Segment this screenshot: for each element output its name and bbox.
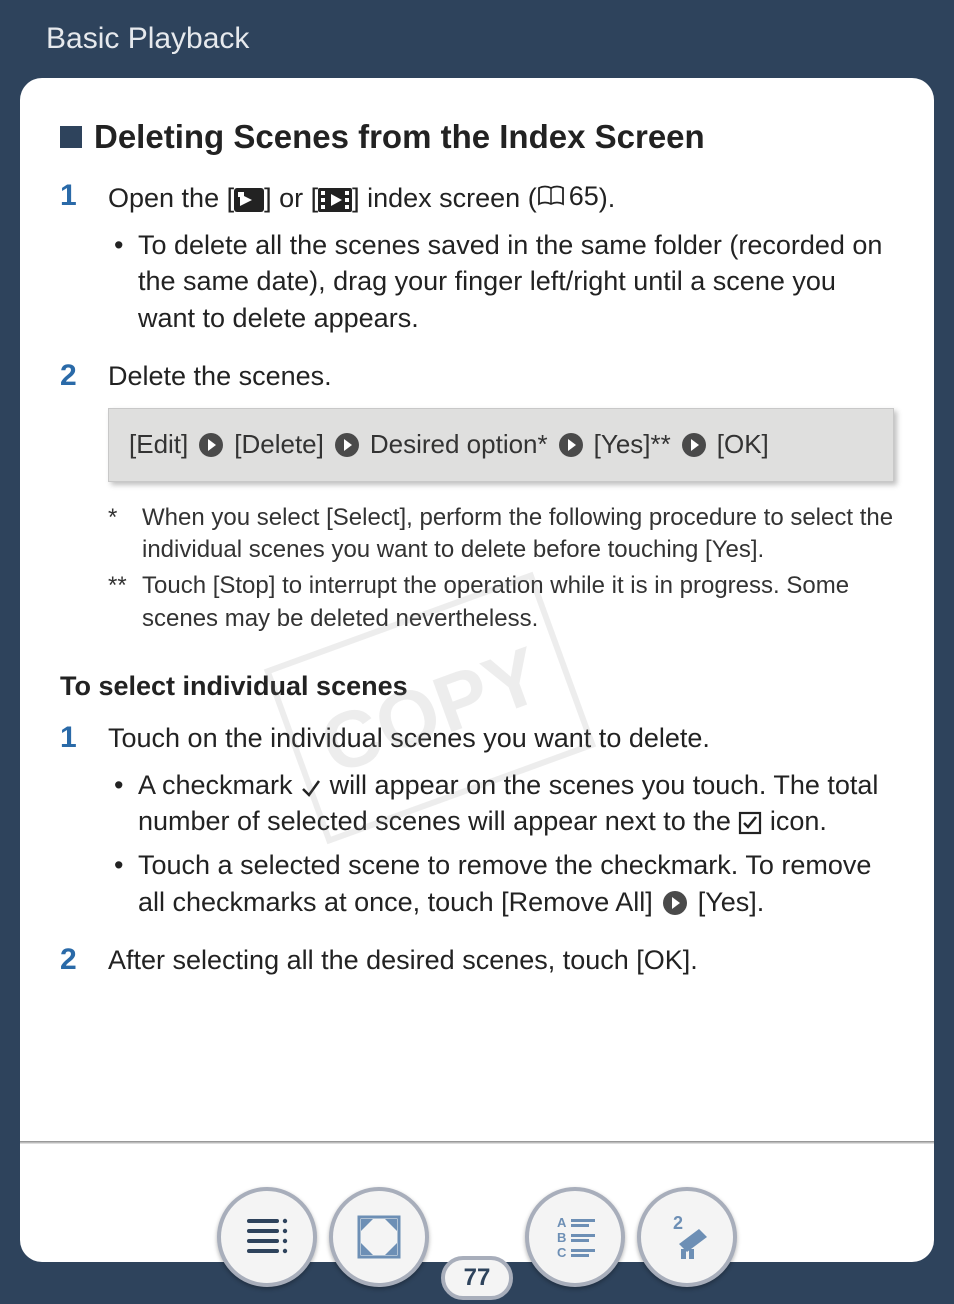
fullscreen-button[interactable]: [329, 1187, 429, 1287]
step-text: After selecting all the desired scenes, …: [108, 942, 894, 978]
svg-text:C: C: [557, 1245, 567, 1260]
procedure-box: [Edit] [Delete] Desired option* [Yes]** …: [108, 408, 894, 481]
step-text: Touch on the individual scenes you want …: [108, 720, 894, 928]
checkbox-icon: [738, 811, 762, 835]
toc-button[interactable]: [217, 1187, 317, 1287]
svg-text:A: A: [557, 1215, 567, 1230]
footer-divider: [20, 1141, 934, 1144]
proc-item: [Delete]: [234, 427, 324, 462]
footnotes: * When you select [Select], perform the …: [108, 502, 894, 636]
proc-item: Desired option*: [370, 427, 548, 462]
section-title: Deleting Scenes from the Index Screen: [94, 118, 705, 156]
arrow-icon: [681, 432, 707, 458]
step-b2: 2 After selecting all the desired scenes…: [60, 942, 894, 978]
svg-text:2: 2: [673, 1213, 683, 1233]
step-a1: 1 Open the [] or [] index screen (65). •…: [60, 178, 894, 344]
arrow-icon: [198, 432, 224, 458]
step-text: Open the [] or [] index screen (65). • T…: [108, 178, 894, 344]
movie-index-icon: [234, 188, 264, 212]
page-reference: 65: [537, 178, 599, 214]
page-header: Basic Playback: [0, 0, 954, 74]
page-number: 77: [441, 1256, 513, 1300]
header-title: Basic Playback: [46, 22, 249, 55]
step-number: 2: [60, 942, 108, 978]
step-bullet: • Touch a selected scene to remove the c…: [108, 847, 894, 920]
mode-button[interactable]: 2: [637, 1187, 737, 1287]
step-text: Delete the scenes. [Edit] [Delete] Desir…: [108, 358, 894, 661]
step-bullet: • To delete all the scenes saved in the …: [108, 227, 894, 336]
arrow-icon: [662, 890, 688, 916]
section-title-row: Deleting Scenes from the Index Screen: [60, 118, 894, 156]
section-marker-icon: [60, 126, 82, 148]
step-bullet: • A checkmark will appear on the scenes …: [108, 767, 894, 840]
step-b1: 1 Touch on the individual scenes you wan…: [60, 720, 894, 928]
snapshot-index-icon: [318, 188, 352, 212]
checkmark-icon: [300, 777, 322, 799]
page-body: COPY Deleting Scenes from the Index Scre…: [20, 78, 934, 1262]
index-button[interactable]: A B C: [525, 1187, 625, 1287]
proc-item: [Edit]: [129, 427, 188, 462]
proc-item: [OK]: [717, 427, 769, 462]
step-a2: 2 Delete the scenes. [Edit] [Delete] Des…: [60, 358, 894, 661]
arrow-icon: [558, 432, 584, 458]
proc-item: [Yes]**: [594, 427, 671, 462]
step-number: 2: [60, 358, 108, 661]
svg-text:B: B: [557, 1230, 566, 1245]
step-number: 1: [60, 178, 108, 344]
step-number: 1: [60, 720, 108, 928]
sub-heading: To select individual scenes: [60, 671, 894, 702]
arrow-icon: [334, 432, 360, 458]
